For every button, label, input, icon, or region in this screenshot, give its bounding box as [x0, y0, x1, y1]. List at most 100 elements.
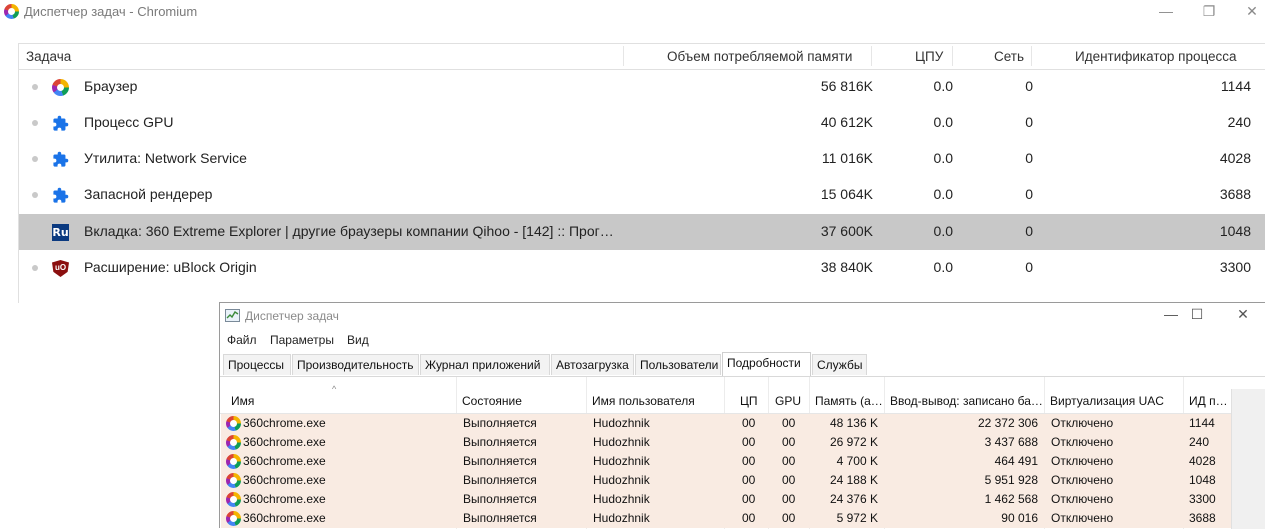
windows-window-title: Диспетчер задач: [245, 309, 339, 323]
process-cpu: 00: [742, 492, 756, 506]
column-header-cpu[interactable]: ЦП: [740, 394, 758, 408]
menu-view[interactable]: Вид: [347, 333, 369, 347]
360chrome-icon: [226, 492, 241, 507]
task-network: 0: [1025, 259, 1033, 275]
process-io-written: 1 462 568: [984, 492, 1038, 506]
process-name: 360chrome.exe: [243, 511, 326, 525]
360chrome-icon: [226, 435, 241, 450]
tab-processes[interactable]: Процессы: [223, 354, 291, 375]
tab-startup[interactable]: Автозагрузка: [551, 354, 634, 375]
process-gpu: 00: [782, 511, 796, 525]
task-network: 0: [1025, 186, 1033, 202]
task-memory: 37 600K: [820, 223, 873, 239]
windows-title-bar: Диспетчер задач — ☐ ✕: [220, 303, 1265, 329]
chromium-process-table: Задача Объем потребляемой памяти ЦПУ Сет…: [18, 43, 1265, 303]
task-network: 0: [1025, 114, 1033, 130]
process-memory: 26 972 K: [829, 435, 878, 449]
process-user: Hudozhnik: [593, 416, 650, 430]
close-button[interactable]: ✕: [1223, 306, 1263, 326]
status-dot: [32, 192, 38, 198]
task-cpu: 0.0: [933, 150, 953, 166]
column-header-pid[interactable]: ИД п…: [1189, 394, 1228, 408]
column-header-user-name[interactable]: Имя пользователя: [592, 394, 695, 408]
process-name: 360chrome.exe: [243, 473, 326, 487]
process-io-written: 464 491: [994, 454, 1038, 468]
task-memory: 11 016K: [821, 150, 873, 166]
column-header-task[interactable]: Задача: [26, 49, 71, 64]
menu-file[interactable]: Файл: [227, 333, 257, 347]
column-header-name[interactable]: Имя: [231, 394, 254, 408]
vertical-scrollbar[interactable]: [1231, 389, 1265, 529]
status-dot: [32, 156, 38, 162]
menu-options[interactable]: Параметры: [270, 333, 334, 347]
process-status: Выполняется: [463, 454, 537, 468]
task-cpu: 0.0: [933, 186, 953, 202]
column-header-network[interactable]: Сеть: [994, 49, 1024, 64]
column-separator[interactable]: [871, 46, 872, 66]
task-row-browser[interactable]: Браузер 56 816K 0.0 0 1144: [19, 69, 1265, 105]
task-cpu: 0.0: [933, 259, 953, 275]
tab-performance[interactable]: Производительность: [292, 354, 419, 375]
task-row-spare-renderer[interactable]: Запасной рендерер 15 064K 0.0 0 3688: [19, 177, 1265, 213]
process-pid: 1048: [1189, 473, 1216, 487]
tab-details[interactable]: Подробности: [722, 352, 811, 376]
task-name: Браузер: [84, 78, 138, 94]
column-header-pid[interactable]: Идентификатор процесса: [1075, 49, 1237, 64]
process-memory: 24 376 K: [829, 492, 878, 506]
column-separator[interactable]: [1031, 46, 1032, 66]
process-pid: 4028: [1189, 454, 1216, 468]
process-row[interactable]: 360chrome.exe Выполняется Hudozhnik 00 0…: [221, 471, 1231, 490]
tab-services[interactable]: Службы: [812, 354, 867, 375]
process-row[interactable]: 360chrome.exe Выполняется Hudozhnik 00 0…: [221, 414, 1231, 433]
task-cpu: 0.0: [933, 114, 953, 130]
minimize-button[interactable]: —: [1148, 0, 1184, 24]
process-status: Выполняется: [463, 492, 537, 506]
column-header-memory[interactable]: Память (а…: [815, 394, 883, 408]
process-io-written: 5 951 928: [984, 473, 1038, 487]
column-header-uac-virtualization[interactable]: Виртуализация UAC: [1050, 394, 1164, 408]
task-row-gpu-process[interactable]: Процесс GPU 40 612K 0.0 0 240: [19, 105, 1265, 141]
task-pid: 3688: [1219, 186, 1251, 202]
process-pid: 3300: [1189, 492, 1216, 506]
process-user: Hudozhnik: [593, 435, 650, 449]
task-row-tab-selected[interactable]: Ru Вкладка: 360 Extreme Explorer | други…: [19, 214, 1265, 250]
tab-app-history[interactable]: Журнал приложений: [420, 354, 550, 375]
process-name: 360chrome.exe: [243, 416, 326, 430]
process-gpu: 00: [782, 473, 796, 487]
process-cpu: 00: [742, 416, 756, 430]
column-separator[interactable]: [952, 46, 953, 66]
process-row[interactable]: 360chrome.exe Выполняется Hudozhnik 00 0…: [221, 509, 1231, 528]
tab-bar: Процессы Производительность Журнал прило…: [220, 352, 1265, 376]
task-pid: 240: [1227, 114, 1251, 130]
task-name: Утилита: Network Service: [84, 150, 247, 166]
task-name: Вкладка: 360 Extreme Explorer | другие б…: [84, 223, 614, 239]
process-status: Выполняется: [463, 473, 537, 487]
360chrome-icon: [226, 454, 241, 469]
puzzle-icon: [52, 187, 69, 204]
column-header-cpu[interactable]: ЦПУ: [915, 49, 943, 64]
process-row[interactable]: 360chrome.exe Выполняется Hudozhnik 00 0…: [221, 433, 1231, 452]
process-memory: 48 136 K: [829, 416, 878, 430]
task-row-ublock-extension[interactable]: uO Расширение: uBlock Origin 38 840K 0.0…: [19, 250, 1265, 286]
process-gpu: 00: [782, 454, 796, 468]
column-header-io-write[interactable]: Ввод-вывод: записано ба…: [890, 394, 1043, 408]
process-row[interactable]: 360chrome.exe Выполняется Hudozhnik 00 0…: [221, 452, 1231, 471]
task-memory: 38 840K: [820, 259, 873, 275]
task-row-network-service[interactable]: Утилита: Network Service 11 016K 0.0 0 4…: [19, 141, 1265, 177]
chromium-window-title: Диспетчер задач - Chromium: [24, 4, 198, 19]
puzzle-icon: [52, 151, 69, 168]
tab-users[interactable]: Пользователи: [635, 354, 721, 375]
column-header-status[interactable]: Состояние: [462, 394, 522, 408]
column-header-gpu[interactable]: GPU: [775, 394, 801, 408]
process-user: Hudozhnik: [593, 511, 650, 525]
close-button[interactable]: ✕: [1234, 0, 1265, 24]
process-row[interactable]: 360chrome.exe Выполняется Hudozhnik 00 0…: [221, 490, 1231, 509]
puzzle-icon: [52, 115, 69, 132]
restore-button[interactable]: ❐: [1191, 0, 1227, 24]
column-separator[interactable]: [623, 46, 624, 66]
process-gpu: 00: [782, 435, 796, 449]
process-memory: 4 700 K: [836, 454, 878, 468]
column-header-memory[interactable]: Объем потребляемой памяти: [667, 49, 852, 64]
task-name: Расширение: uBlock Origin: [84, 259, 257, 275]
maximize-button[interactable]: ☐: [1177, 306, 1217, 326]
